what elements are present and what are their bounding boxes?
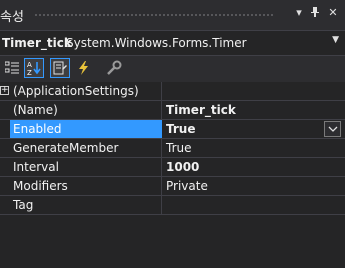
property-value[interactable] bbox=[163, 82, 345, 100]
property-value[interactable]: Private bbox=[163, 177, 345, 195]
object-selector[interactable]: Timer_tick System.Windows.Forms.Timer ▼ bbox=[0, 30, 345, 56]
value-dropdown-button[interactable] bbox=[324, 121, 341, 137]
events-icon[interactable] bbox=[74, 58, 94, 78]
chevron-down-icon[interactable]: ▼ bbox=[332, 35, 339, 45]
property-value[interactable]: True bbox=[163, 120, 345, 138]
property-row-interval[interactable]: Interval 1000 bbox=[0, 158, 345, 177]
property-name: (Name) bbox=[10, 101, 162, 119]
object-name: Timer_tick bbox=[2, 36, 72, 50]
property-name: Tag bbox=[10, 196, 162, 214]
property-pages-icon[interactable] bbox=[104, 58, 124, 78]
property-value[interactable]: Timer_tick bbox=[163, 101, 345, 119]
dropdown-icon[interactable]: ▾ bbox=[292, 6, 306, 22]
property-value[interactable]: 1000 bbox=[163, 158, 345, 176]
property-row-name[interactable]: (Name) Timer_tick bbox=[0, 101, 345, 120]
properties-titlebar: 속성 ▾ ✕ bbox=[0, 0, 345, 30]
grid-empty-area bbox=[0, 215, 345, 268]
properties-toolbar: A Z bbox=[0, 56, 345, 82]
property-name: (ApplicationSettings) bbox=[10, 82, 162, 100]
pin-icon[interactable] bbox=[308, 6, 322, 22]
property-value[interactable] bbox=[163, 196, 345, 214]
property-name: Enabled bbox=[10, 120, 162, 138]
property-row-generate-member[interactable]: GenerateMember True bbox=[0, 139, 345, 158]
property-row-application-settings[interactable]: + (ApplicationSettings) bbox=[0, 82, 345, 101]
categorized-icon[interactable] bbox=[2, 58, 22, 78]
object-type: System.Windows.Forms.Timer bbox=[66, 36, 247, 50]
property-row-modifiers[interactable]: Modifiers Private bbox=[0, 177, 345, 196]
property-row-tag[interactable]: Tag bbox=[0, 196, 345, 215]
property-name: Interval bbox=[10, 158, 162, 176]
chevron-down-icon bbox=[328, 126, 337, 132]
property-name: GenerateMember bbox=[10, 139, 162, 157]
svg-text:A: A bbox=[27, 61, 32, 69]
properties-icon[interactable] bbox=[50, 58, 70, 78]
expand-icon[interactable]: + bbox=[0, 86, 9, 95]
close-icon[interactable]: ✕ bbox=[326, 6, 340, 22]
property-name: Modifiers bbox=[10, 177, 162, 195]
property-row-enabled[interactable]: Enabled True bbox=[0, 120, 345, 139]
alphabetical-icon[interactable]: A Z bbox=[24, 58, 44, 78]
property-value[interactable]: True bbox=[163, 139, 345, 157]
titlebar-grip bbox=[34, 13, 273, 18]
property-grid: + (ApplicationSettings) (Name) Timer_tic… bbox=[0, 82, 345, 215]
panel-title: 속성 bbox=[0, 10, 24, 25]
svg-text:Z: Z bbox=[27, 69, 32, 76]
